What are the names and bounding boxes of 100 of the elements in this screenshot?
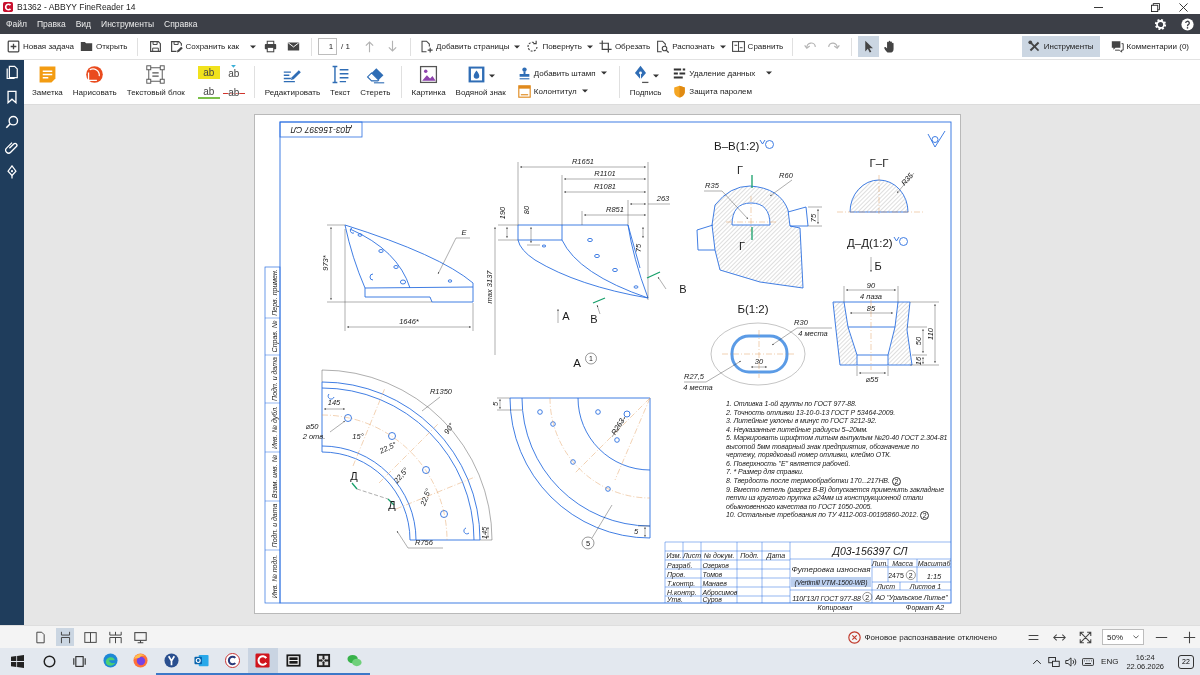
view-title: Д–Д(1:2) <box>846 237 893 249</box>
menu-item[interactable]: Правка <box>36 19 66 29</box>
save-icon[interactable] <box>148 40 162 53</box>
page-number-field[interactable]: 1 <box>318 38 338 55</box>
redact-button[interactable]: Удаление данных <box>670 65 776 81</box>
speech-bubbles-icon <box>1110 40 1124 53</box>
mail-tile-icon <box>194 653 210 668</box>
two-pages-icon <box>83 630 97 644</box>
watermark-button[interactable]: Водяной знак <box>450 60 511 104</box>
save-as-button[interactable]: Сохранить как <box>166 38 260 55</box>
page-plus-icon <box>420 40 433 53</box>
section-mark-label: Г <box>736 164 743 176</box>
keyboard-icon[interactable] <box>1081 655 1094 668</box>
two-continuous-pages-icon <box>108 630 122 644</box>
note-button[interactable]: Заметка <box>27 60 68 104</box>
hand-icon <box>883 40 897 53</box>
add-pages-button[interactable]: Добавить страницы <box>417 38 524 55</box>
new-task-button[interactable]: Новая задача <box>4 38 78 55</box>
text-button[interactable]: Текст <box>325 60 356 104</box>
windows-logo-icon[interactable] <box>11 655 24 668</box>
close-icon[interactable] <box>1179 2 1188 12</box>
y-circle-icon <box>163 653 179 668</box>
text-block-button[interactable]: Текстовый блок <box>121 60 190 104</box>
erase-button[interactable]: Стереть <box>355 60 396 104</box>
image-icon <box>419 65 439 84</box>
menu-item[interactable]: Файл <box>6 19 27 29</box>
circle-icon[interactable] <box>43 655 56 668</box>
search-icon[interactable] <box>5 115 19 129</box>
bookmark-icon[interactable] <box>5 90 19 104</box>
redaction-bars-icon <box>673 66 687 80</box>
recognize-button[interactable]: Распознать <box>653 38 729 55</box>
section-mark-label: Д <box>387 499 396 511</box>
rotate-icon <box>526 40 540 53</box>
insert-text-button[interactable]: ab <box>222 62 245 82</box>
open-button[interactable]: Открыть <box>77 38 131 55</box>
window-title: B1362 - ABBYY FineReader 14 <box>17 2 136 12</box>
watermark-icon <box>466 65 486 84</box>
paperclip-icon[interactable] <box>5 140 19 154</box>
view-mode-button[interactable] <box>56 628 74 646</box>
pages-icon[interactable] <box>5 65 19 79</box>
draw-button[interactable]: Нарисовать <box>67 60 122 104</box>
speaker-icon[interactable] <box>1064 655 1077 668</box>
text-frame-icon <box>146 65 166 84</box>
tools-button[interactable]: Инструменты <box>1021 36 1100 57</box>
swirl-icon <box>102 653 118 668</box>
section-mark-label: В <box>678 283 687 295</box>
archive-tile-icon <box>285 653 301 668</box>
stamp-button[interactable]: Добавить штамп <box>514 65 610 81</box>
highlight-button[interactable]: ab <box>197 65 220 79</box>
pen-nib-icon[interactable] <box>5 165 19 179</box>
crop-icon <box>598 40 612 53</box>
plus-icon[interactable] <box>1183 630 1196 644</box>
sticky-note-icon <box>37 65 57 84</box>
shapes-icon <box>85 65 105 84</box>
page-header-icon <box>517 84 531 98</box>
envelope-icon[interactable] <box>287 40 301 53</box>
pointer-button[interactable] <box>858 36 880 57</box>
caret-icon <box>1133 635 1139 639</box>
globe-icon <box>133 653 149 668</box>
single-page-icon <box>33 630 47 644</box>
rotate-button[interactable]: Повернуть <box>523 38 596 55</box>
task-view-icon[interactable] <box>73 655 86 668</box>
drawing-code: Д03-156397 СЛ <box>290 125 351 135</box>
restore-icon[interactable] <box>1151 2 1160 12</box>
folder-icon <box>80 40 94 53</box>
view-mark-label: Б <box>873 260 882 272</box>
header-footer-button[interactable]: Колонтитул <box>514 83 610 99</box>
text-cursor-icon <box>330 65 350 84</box>
view-title: А <box>572 357 581 369</box>
page-count: / 1 <box>341 42 350 51</box>
printer-icon[interactable] <box>264 40 278 53</box>
rotation-sign-icon <box>759 139 774 149</box>
part-name: Футеровка износная <box>790 565 871 574</box>
menu-item[interactable]: Вид <box>75 19 91 29</box>
expand-arrows-icon[interactable] <box>1079 630 1092 644</box>
crossed-tools-icon <box>1027 40 1041 53</box>
zoom-dropdown[interactable]: 50% <box>1102 629 1144 645</box>
sign-button[interactable]: Подпись <box>624 60 667 104</box>
compare-button[interactable]: Сравнить <box>728 38 787 55</box>
help-icon[interactable] <box>1181 17 1194 31</box>
stamp-icon <box>517 66 531 80</box>
save-as-icon <box>169 40 183 53</box>
input-language[interactable]: ENG <box>1101 657 1119 666</box>
monitor-icon <box>133 630 147 644</box>
plus-square-icon <box>7 40 20 53</box>
underline-button[interactable]: ab <box>197 85 220 99</box>
section-mark-label: В <box>589 313 598 325</box>
section-mark-label: Д <box>349 470 358 482</box>
settings-icon[interactable] <box>1154 17 1167 31</box>
compare-icon <box>731 40 745 53</box>
rotation-sign-icon <box>893 236 908 246</box>
password-button[interactable]: Защита паролем <box>670 83 776 99</box>
comments-button[interactable]: Комментарии (0) <box>1104 36 1195 57</box>
error-circle-icon <box>847 630 861 644</box>
network-icon[interactable] <box>1047 655 1060 668</box>
picture-button[interactable]: Картинка <box>406 60 451 104</box>
menu-item[interactable]: Инструменты <box>101 19 155 29</box>
menu-item[interactable]: Справка <box>164 19 198 29</box>
crop-button[interactable]: Обрезать <box>595 38 654 55</box>
edit-button[interactable]: Редактировать <box>259 60 326 104</box>
